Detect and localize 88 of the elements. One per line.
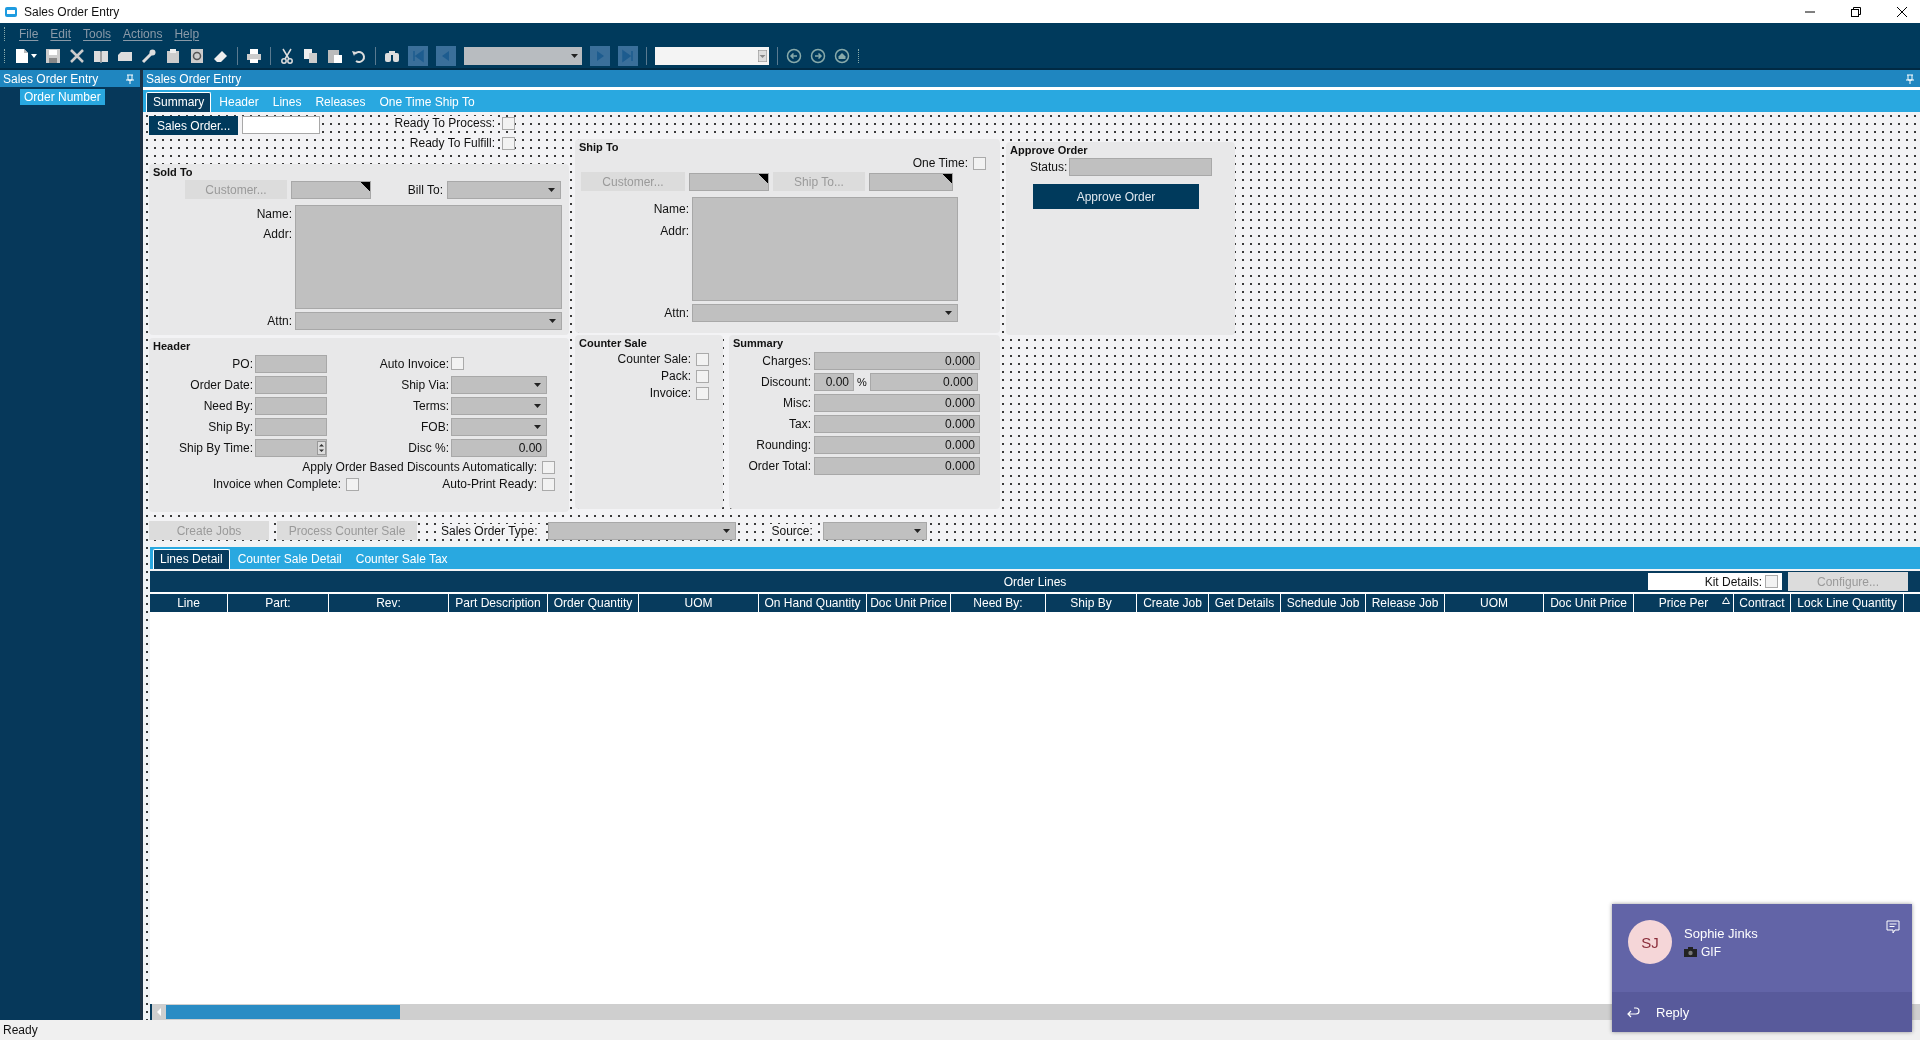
avatar: SJ (1628, 920, 1672, 964)
amount-field: 0.000 (814, 457, 980, 475)
field-label: Sales Order Type: (439, 523, 540, 538)
column-label: Doc Unit Price (870, 596, 947, 610)
field-label: Addr: (263, 227, 292, 241)
approve-order-button[interactable]: Approve Order (1033, 184, 1199, 209)
column-label: UOM (1480, 596, 1508, 610)
column-label: Rev: (376, 596, 401, 610)
sender-name: Sophie Jinks (1684, 926, 1759, 941)
column-label: Price Per (1658, 596, 1709, 610)
field-label: Auto Invoice: (378, 356, 449, 371)
amount-field: 0.000 (870, 373, 978, 391)
field-label: Tax: (788, 417, 811, 431)
field-label: Discount: (759, 375, 811, 389)
column-label: Contract (1739, 596, 1785, 610)
panel-title: Counter Sale (579, 337, 648, 349)
field-label: Source: (769, 523, 815, 538)
checkbox-label: Auto-Print Ready: (442, 477, 537, 491)
checkbox-label: Counter Sale: (617, 352, 691, 366)
column-label: Part Description (455, 596, 541, 610)
column-label: Order Quantity (553, 596, 633, 610)
menu-item[interactable]: Tools (83, 26, 112, 41)
column-label: Need By: (973, 596, 1023, 610)
amount-field: 0.000 (814, 415, 980, 433)
panel-title: Ship To (579, 141, 620, 153)
pane-title: Sales Order Entry (3, 71, 99, 86)
field-label: Order Date: (189, 377, 253, 392)
field-label: PO: (231, 356, 253, 371)
field-label: Order Total: (747, 459, 811, 473)
column-label: Create Job (1143, 596, 1202, 610)
checkbox-label: Invoice when Complete: (213, 477, 342, 491)
amount-field: 0.000 (814, 394, 980, 412)
field-label: Rounding: (755, 438, 811, 452)
column-label: Schedule Job (1286, 596, 1360, 610)
column-label: Part: (265, 596, 291, 610)
sales-order-button[interactable]: Sales Order... (149, 116, 239, 135)
column-label: On Hand Quantity (764, 596, 861, 610)
checkbox-label: Invoice: (649, 386, 691, 400)
menu-item[interactable]: Actions (123, 26, 163, 41)
panel-title: Approve Order (1010, 144, 1089, 156)
field-label: FOB: (420, 419, 449, 434)
panel-title: Summary (733, 337, 785, 349)
amount-field: 0.000 (814, 352, 980, 370)
column-label: Release Job (1371, 596, 1439, 610)
reply-button[interactable]: Reply (1612, 992, 1912, 1032)
number-field[interactable]: 0.00 (451, 438, 547, 457)
checkbox-label: Ready To Fulfill: (407, 136, 497, 150)
message-text: GIF (1701, 945, 1721, 959)
tab[interactable]: Lines Detail (153, 549, 230, 569)
column-label: Doc Unit Price (1550, 596, 1627, 610)
menu-item[interactable]: File (19, 26, 39, 41)
field-label: Name: (653, 202, 689, 216)
menu-item[interactable]: Edit (50, 26, 72, 41)
field-label: Addr: (660, 224, 689, 238)
field-label: Ship By Time: (177, 440, 253, 455)
tab[interactable]: Summary (146, 92, 212, 112)
field-label: Charges: (761, 354, 811, 368)
pane-title: Sales Order Entry (146, 71, 242, 86)
field-label: Ship By: (207, 419, 253, 434)
field-label: Attn: (663, 306, 689, 320)
field-label: Attn: (266, 314, 292, 328)
column-label: Ship By (1070, 596, 1112, 610)
panel-title: Sold To (153, 166, 194, 178)
field-label: Status: (1030, 160, 1068, 174)
grid-title: Order Lines (1002, 574, 1068, 589)
status-text: Ready (3, 1023, 38, 1037)
checkbox-label: Pack: (661, 369, 691, 383)
menu-item[interactable]: Help (174, 26, 200, 41)
amount-field: 0.000 (814, 436, 980, 454)
field-label: Disc %: (407, 440, 449, 455)
checkbox-label: Ready To Process: (392, 116, 497, 130)
column-label: Lock Line Quantity (1797, 596, 1897, 610)
percent-field[interactable]: 0.00 (814, 373, 854, 391)
column-label: Get Details (1214, 596, 1275, 610)
field-label: Ship Via: (400, 377, 449, 392)
checkbox-label: Apply Order Based Discounts Automatically: (302, 460, 537, 474)
checkbox-label: One Time: (912, 156, 968, 170)
column-label: Line (177, 596, 200, 610)
field-label: Misc: (782, 396, 811, 410)
checkbox-label: Kit Details: (1704, 574, 1762, 589)
panel-title: Header (153, 340, 192, 352)
field-label: Need By: (202, 398, 253, 413)
field-label: Bill To: (406, 182, 443, 197)
column-label: UOM (684, 596, 713, 610)
percent-sign: % (857, 376, 867, 388)
field-label: Terms: (412, 398, 449, 413)
window-title: Sales Order Entry (24, 4, 120, 19)
field-label: Name: (256, 207, 292, 221)
